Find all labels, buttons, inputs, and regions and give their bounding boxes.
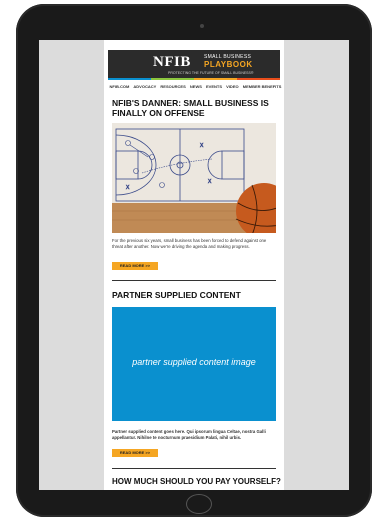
- home-button[interactable]: [186, 494, 212, 514]
- partner-heading: PARTNER SUPPLIED CONTENT: [112, 290, 241, 300]
- nav-item-advocacy[interactable]: ADVOCACY: [133, 84, 156, 89]
- masthead: NFIB SMALL BUSINESS PLAYBOOK PROTECTING …: [108, 50, 280, 78]
- tablet-screen: NFIB SMALL BUSINESS PLAYBOOK PROTECTING …: [39, 40, 349, 490]
- article3-title[interactable]: HOW MUCH SHOULD YOU PAY YOURSELF?: [112, 477, 282, 486]
- masthead-tagline: PROTECTING THE FUTURE OF SMALL BUSINESS®: [168, 71, 254, 75]
- article-body: For the previous six years, small busine…: [112, 238, 267, 249]
- nav-bar: NFIB.COM ADVOCACY RESOURCES NEWS EVENTS …: [108, 84, 282, 89]
- court-illustration: X X X: [112, 123, 276, 233]
- article-title[interactable]: NFIB'S DANNER: SMALL BUSINESS IS FINALLY…: [112, 98, 276, 118]
- partner-image-caption: partner supplied content image: [132, 357, 256, 367]
- nfib-logo[interactable]: NFIB: [153, 54, 191, 71]
- nav-item-member-benefits[interactable]: MEMBER BENEFITS: [243, 84, 282, 89]
- basketball-court-image: X X X: [112, 123, 276, 233]
- logo-playbook: PLAYBOOK: [204, 60, 253, 69]
- nav-item-resources[interactable]: RESOURCES: [160, 84, 185, 89]
- nav-item-events[interactable]: EVENTS: [206, 84, 222, 89]
- email-newsletter: NFIB SMALL BUSINESS PLAYBOOK PROTECTING …: [104, 40, 284, 490]
- nav-item-news[interactable]: NEWS: [190, 84, 202, 89]
- partner-content-image[interactable]: partner supplied content image: [112, 307, 276, 421]
- read-more-button[interactable]: READ MORE >>: [112, 262, 158, 270]
- section-divider: [112, 280, 276, 281]
- nav-item-video[interactable]: VIDEO: [226, 84, 238, 89]
- nav-item-nfib[interactable]: NFIB.COM: [110, 84, 130, 89]
- camera-dot: [200, 24, 204, 28]
- brand-color-bar: [108, 78, 280, 80]
- section-divider-2: [112, 468, 276, 469]
- partner-body: Partner supplied content goes here. Qui …: [112, 429, 266, 440]
- partner-read-more-button[interactable]: READ MORE >>: [112, 449, 158, 457]
